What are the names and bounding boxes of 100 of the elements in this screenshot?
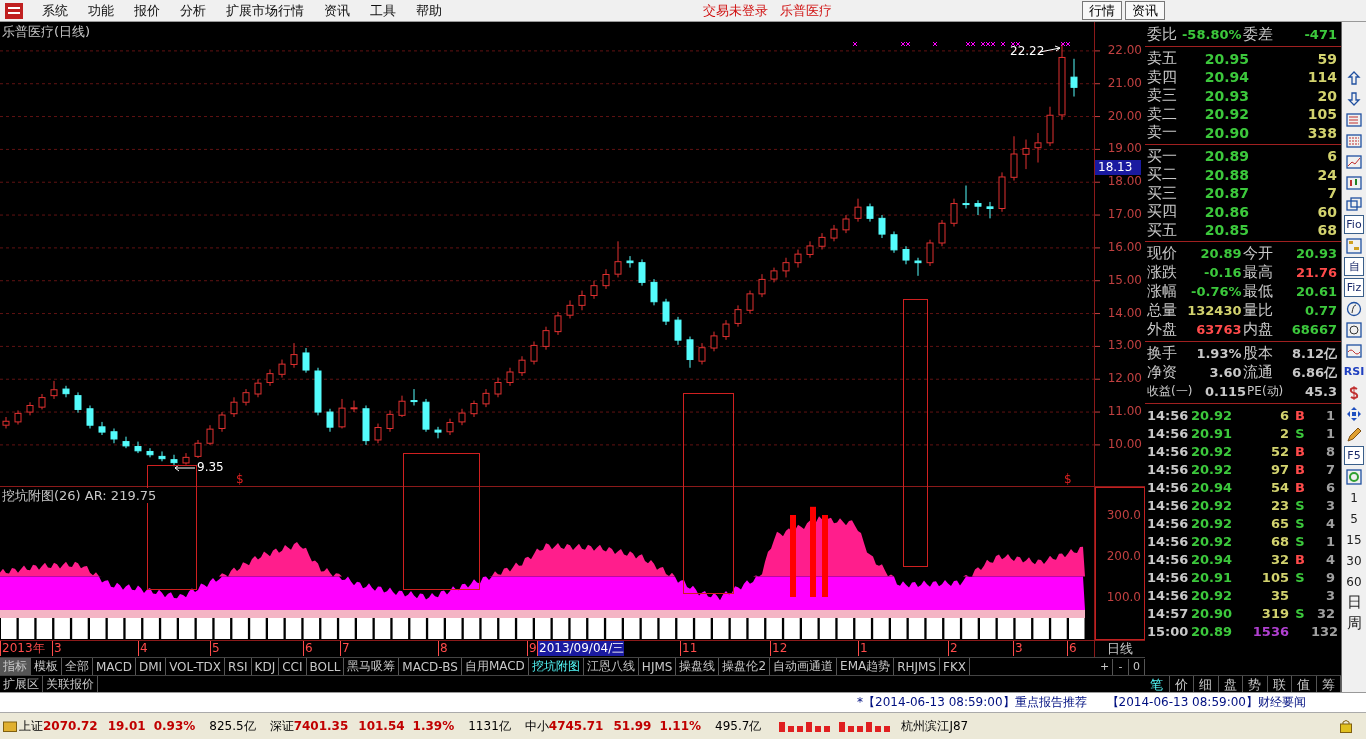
trade-price: 20.92 xyxy=(1191,443,1234,459)
indicator-tab[interactable]: 全部 xyxy=(62,658,93,675)
menu-item[interactable]: 帮助 xyxy=(406,1,452,20)
quote-value: 8.12亿 xyxy=(1290,344,1337,363)
toolbar-button[interactable] xyxy=(1344,173,1364,192)
menu-item[interactable]: 分析 xyxy=(170,1,216,20)
date-label: 12 xyxy=(770,641,788,656)
toolbar-button[interactable] xyxy=(1344,194,1364,213)
trade-volume: 105 xyxy=(1260,569,1289,585)
notice-text: 交易未登录 xyxy=(701,1,769,20)
index-name: 深证 xyxy=(269,717,294,735)
candlestick-icon xyxy=(1346,174,1362,191)
top-button[interactable]: 资讯 xyxy=(1125,1,1165,20)
toolbar-button[interactable] xyxy=(1344,341,1364,360)
cursor-price: 18.13 xyxy=(1095,160,1141,175)
menu-item[interactable]: 工具 xyxy=(360,1,406,20)
period-button[interactable]: 30 xyxy=(1344,551,1364,570)
menu-item[interactable]: 资讯 xyxy=(314,1,360,20)
toolbar-button[interactable]: Fiz xyxy=(1344,278,1364,297)
trade-price: 20.91 xyxy=(1191,425,1234,441)
toolbar-button[interactable]: 自 xyxy=(1344,257,1364,276)
toolbar-button[interactable] xyxy=(1344,320,1364,339)
quote-label: 内盘 xyxy=(1242,320,1273,339)
indicator-tab[interactable]: 操盘线 xyxy=(676,658,720,675)
arrow-icon xyxy=(174,464,196,472)
toolbar-button[interactable]: RSI xyxy=(1344,362,1364,381)
quote-value: 0.77 xyxy=(1303,303,1337,318)
indicator-tab[interactable]: 指标 xyxy=(0,658,31,675)
move-icon xyxy=(1346,405,1362,422)
quote-label: 今开 xyxy=(1242,244,1273,263)
trade-side: S xyxy=(1294,533,1306,549)
toolbar-button[interactable]: F5 xyxy=(1344,446,1364,465)
list-icon xyxy=(1346,111,1362,128)
trade-price: 20.92 xyxy=(1191,497,1234,513)
news-link[interactable]: 【2014-06-13 08:59:00】财经要闻 xyxy=(1106,694,1306,711)
trade-price: 20.92 xyxy=(1191,407,1234,423)
indicator-tab[interactable]: 黑马吸筹 xyxy=(344,658,400,675)
quote-label: 委差 xyxy=(1242,24,1273,44)
menu-item[interactable]: 功能 xyxy=(78,1,124,20)
extension-tab[interactable]: 关联报价 xyxy=(43,675,98,693)
tree-icon xyxy=(1346,237,1362,254)
order-volume: 68 xyxy=(1316,222,1337,238)
trade-side: B xyxy=(1294,443,1306,459)
order-level: 买三 xyxy=(1147,183,1177,203)
period-button[interactable]: 15 xyxy=(1344,530,1364,549)
menu-item[interactable]: 系统 xyxy=(32,1,78,20)
date-label: 2 xyxy=(948,641,958,656)
top-button[interactable]: 行情 xyxy=(1082,1,1122,20)
period-button[interactable]: 1 xyxy=(1344,488,1364,507)
order-level: 卖四 xyxy=(1147,67,1177,87)
quote-label: 最高 xyxy=(1242,263,1273,282)
toolbar-button[interactable] xyxy=(1344,152,1364,171)
order-level: 买四 xyxy=(1147,202,1177,221)
order-volume: 59 xyxy=(1316,50,1337,67)
trade-price: 20.92 xyxy=(1191,587,1234,603)
toolbar-button[interactable] xyxy=(1344,110,1364,129)
trade-time: 14:56 xyxy=(1147,443,1190,459)
indicator-tab[interactable]: 模板 xyxy=(31,658,62,675)
trade-volume: 65 xyxy=(1269,515,1289,531)
quote-label: 委比 xyxy=(1147,24,1177,44)
index-turnover: 1131亿 xyxy=(468,717,511,735)
index-change: 101.54 xyxy=(358,719,405,733)
quote-label: 收益(一) xyxy=(1147,383,1193,400)
quote-label: 总量 xyxy=(1147,301,1177,320)
date-label: 6 xyxy=(303,641,313,656)
indicator-tab[interactable]: CCI xyxy=(279,658,307,675)
toolbar-button[interactable] xyxy=(1344,299,1364,318)
date-label: 3 xyxy=(52,641,62,656)
order-volume: 24 xyxy=(1316,166,1337,183)
period-button[interactable]: 周 xyxy=(1344,614,1364,633)
toolbar-button[interactable] xyxy=(1344,467,1364,486)
indicator-tab[interactable]: VOL-TDX xyxy=(166,658,226,675)
extension-tab[interactable]: 扩展区 xyxy=(0,675,43,693)
quote-value: -58.80% xyxy=(1180,26,1242,42)
price-label: 9.35 xyxy=(197,460,224,475)
menu-item[interactable]: 扩展市场行情 xyxy=(216,1,314,20)
trade-time: 15:00 xyxy=(1147,623,1190,639)
toolbar-button[interactable] xyxy=(1344,425,1364,444)
period-button[interactable]: 60 xyxy=(1344,572,1364,591)
period-button[interactable]: 日 xyxy=(1344,593,1364,612)
period-button[interactable]: 5 xyxy=(1344,509,1364,528)
quote-value: -471 xyxy=(1303,26,1337,42)
news-link[interactable]: *【2014-06-13 08:59:00】重点报告推荐 xyxy=(857,694,1087,711)
order-price: 20.95 xyxy=(1203,50,1249,67)
axis-label: 18.00 xyxy=(1107,174,1142,190)
axis-label: 15.00 xyxy=(1107,272,1142,288)
indicator-tab[interactable]: 操盘伦2 xyxy=(719,658,771,675)
date-label: 6 xyxy=(1067,641,1077,656)
toolbar-button[interactable] xyxy=(1344,131,1364,150)
index-percent: 0.93% xyxy=(153,719,196,733)
signal-mark: $ xyxy=(1064,472,1072,487)
date-label: 11 xyxy=(680,641,698,656)
windows-icon xyxy=(1346,195,1362,212)
menu-item[interactable]: 报价 xyxy=(124,1,170,20)
toolbar-button[interactable] xyxy=(1344,236,1364,255)
quote-value: -0.76% xyxy=(1190,284,1242,299)
date-label: 4 xyxy=(138,641,148,656)
order-price: 20.94 xyxy=(1203,69,1249,85)
toolbar-button[interactable]: Fio xyxy=(1344,215,1364,234)
date-label: 5 xyxy=(210,641,220,656)
